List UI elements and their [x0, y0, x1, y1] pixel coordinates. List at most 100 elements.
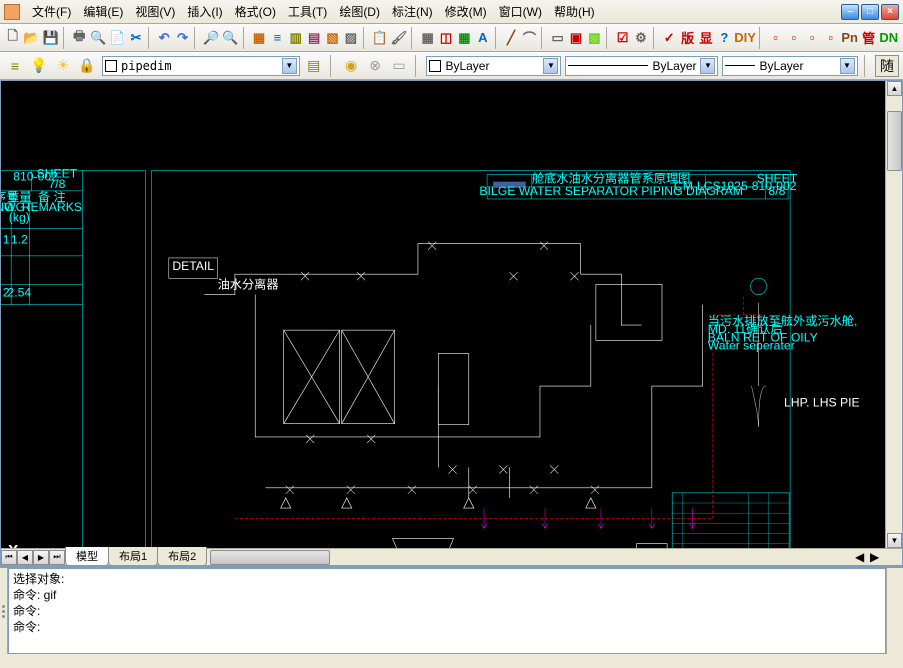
vertical-scrollbar[interactable]: ▲ ▼ — [885, 81, 902, 548]
scroll-down-arrow[interactable]: ▼ — [887, 533, 902, 548]
insert-button[interactable]: ☑ — [614, 27, 631, 49]
dim-button[interactable]: ⚙ — [632, 27, 649, 49]
lineweight-dropdown[interactable]: ByLayer ▼ — [722, 56, 857, 76]
check-button[interactable]: ✓ — [661, 27, 678, 49]
layout-tab-1[interactable]: 布局1 — [108, 547, 158, 566]
calc-button[interactable]: ▨ — [342, 27, 359, 49]
tab-last-button[interactable]: ⏭ — [49, 550, 65, 565]
command-line: 选择对象: — [13, 571, 881, 587]
menu-bar: 文件(F)编辑(E)视图(V)插入(I)格式(O)工具(T)绘图(D)标注(N)… — [0, 0, 903, 24]
t2-button[interactable]: ▫ — [785, 27, 802, 49]
maximize-button[interactable]: □ — [861, 4, 879, 20]
menu-编辑E[interactable]: 编辑(E) — [77, 0, 129, 23]
preview-button[interactable]: 🔍 — [89, 27, 107, 49]
t3-button[interactable]: ▫ — [804, 27, 821, 49]
color-dropdown[interactable]: ByLayer ▼ — [426, 56, 561, 76]
props-button[interactable]: ▦ — [250, 27, 267, 49]
layout-tab-2[interactable]: 布局2 — [157, 547, 207, 566]
layer-states[interactable]: ≡ 💡 ☀ 🔒 — [4, 55, 98, 77]
scroll-left-arrow[interactable]: ◀ — [855, 550, 870, 565]
wen-button[interactable]: ? — [716, 27, 733, 49]
zoom-button[interactable]: 🔍 — [221, 27, 239, 49]
hatch-button[interactable]: ▦ — [419, 27, 436, 49]
menu-视图V[interactable]: 视图(V) — [129, 0, 181, 23]
pan-button[interactable]: 🔎 — [202, 27, 220, 49]
left-parts-table: 810-002 SHEET 7/8 序号 重量 备 注 NO. WGT. REM… — [1, 167, 82, 305]
paste-button[interactable]: 📋 — [370, 27, 388, 49]
markup-button[interactable]: ▧ — [324, 27, 341, 49]
hscroll-track[interactable] — [210, 550, 840, 565]
layer-manager-icon[interactable]: ≡ — [4, 55, 26, 77]
diy-button[interactable]: DIY — [734, 27, 756, 49]
region-button[interactable]: ◫ — [437, 27, 454, 49]
drawing-area[interactable]: 舱底水油水分离器管系原理图 BILGE WATER SEPARATOR PIPI… — [0, 80, 903, 566]
new-button[interactable]: 🗋 — [4, 27, 21, 49]
open-button[interactable]: 📂 — [22, 27, 40, 49]
t1-button[interactable]: ▫ — [767, 27, 784, 49]
save-button[interactable]: 💾 — [42, 27, 60, 49]
layer-name: pipedim — [121, 59, 172, 73]
cut-button[interactable]: ✂ — [127, 27, 144, 49]
xref-button[interactable]: ▣ — [567, 27, 584, 49]
ver-button[interactable]: 版 — [679, 27, 696, 49]
xian-button[interactable]: 显 — [697, 27, 714, 49]
scroll-up-arrow[interactable]: ▲ — [887, 81, 902, 96]
designctr-button[interactable]: ≡ — [269, 27, 286, 49]
layout-tab-0[interactable]: 模型 — [65, 547, 109, 566]
linetype-dropdown[interactable]: ByLayer ▼ — [565, 56, 718, 76]
color-control-icon[interactable]: ◉ — [341, 55, 361, 77]
scroll-right-arrow[interactable]: ▶ — [870, 550, 885, 565]
toolpalette-button[interactable]: ▥ — [287, 27, 304, 49]
publish-button[interactable]: 📄 — [108, 27, 126, 49]
line-button[interactable]: ╱ — [502, 27, 519, 49]
layer-freeze-icon[interactable]: ☀ — [52, 55, 74, 77]
menu-格式O[interactable]: 格式(O) — [229, 0, 282, 23]
block-button[interactable]: ▭ — [549, 27, 566, 49]
pn-button[interactable]: Pn — [840, 27, 859, 49]
scroll-thumb[interactable] — [887, 111, 902, 171]
menu-工具T[interactable]: 工具(T) — [282, 0, 333, 23]
command-prompt[interactable]: 命令: — [13, 619, 881, 635]
chevron-down-icon[interactable]: ▼ — [840, 58, 855, 74]
image-button[interactable]: ▧ — [586, 27, 603, 49]
lineweight-icon[interactable]: ▭ — [389, 55, 409, 77]
tab-prev-button[interactable]: ◀ — [17, 550, 33, 565]
match-button[interactable]: 🖌 — [390, 27, 409, 49]
tab-next-button[interactable]: ▶ — [33, 550, 49, 565]
menu-修改M[interactable]: 修改(M) — [439, 0, 493, 23]
chevron-down-icon[interactable]: ▼ — [700, 58, 715, 74]
linetype-mgr-icon[interactable]: ⊗ — [365, 55, 385, 77]
close-button[interactable]: × — [881, 4, 899, 20]
minimize-button[interactable]: – — [841, 4, 859, 20]
command-scrollbar[interactable] — [886, 568, 903, 654]
print-button[interactable]: 🖶 — [71, 27, 88, 49]
svg-text:REMARKS: REMARKS — [22, 200, 82, 214]
tab-first-button[interactable]: ⏮ — [1, 550, 17, 565]
undo-button[interactable]: ↶ — [156, 27, 173, 49]
layer-prev-icon[interactable]: ▤ — [304, 55, 324, 77]
plot-style-button[interactable]: 随 — [875, 55, 899, 77]
chevron-down-icon[interactable]: ▼ — [543, 58, 558, 74]
t4-button[interactable]: ▫ — [822, 27, 839, 49]
command-grip[interactable] — [0, 568, 8, 654]
arc-button[interactable]: ⌒ — [521, 27, 538, 49]
sheetset-button[interactable]: ▤ — [306, 27, 323, 49]
redo-button[interactable]: ↷ — [174, 27, 191, 49]
hscroll-thumb[interactable] — [210, 550, 330, 565]
menu-标注N[interactable]: 标注(N) — [386, 0, 439, 23]
menu-绘图D[interactable]: 绘图(D) — [333, 0, 386, 23]
cad-canvas[interactable]: 舱底水油水分离器管系原理图 BILGE WATER SEPARATOR PIPI… — [1, 81, 902, 559]
guan-button[interactable]: 管 — [860, 27, 877, 49]
menu-窗口W[interactable]: 窗口(W) — [493, 0, 548, 23]
menu-帮助H[interactable]: 帮助(H) — [548, 0, 601, 23]
menu-文件F[interactable]: 文件(F) — [26, 0, 77, 23]
table-button[interactable]: ▦ — [456, 27, 473, 49]
layer-on-icon[interactable]: 💡 — [28, 55, 50, 77]
menu-插入I[interactable]: 插入(I) — [181, 0, 228, 23]
layer-dropdown[interactable]: pipedim ▼ — [102, 56, 300, 76]
dn-button[interactable]: DN — [878, 27, 899, 49]
chevron-down-icon[interactable]: ▼ — [282, 58, 297, 74]
layer-lock-icon[interactable]: 🔒 — [76, 55, 98, 77]
command-history[interactable]: 选择对象: 命令: gif 命令: 命令: — [8, 568, 886, 654]
mtext-button[interactable]: A — [474, 27, 491, 49]
